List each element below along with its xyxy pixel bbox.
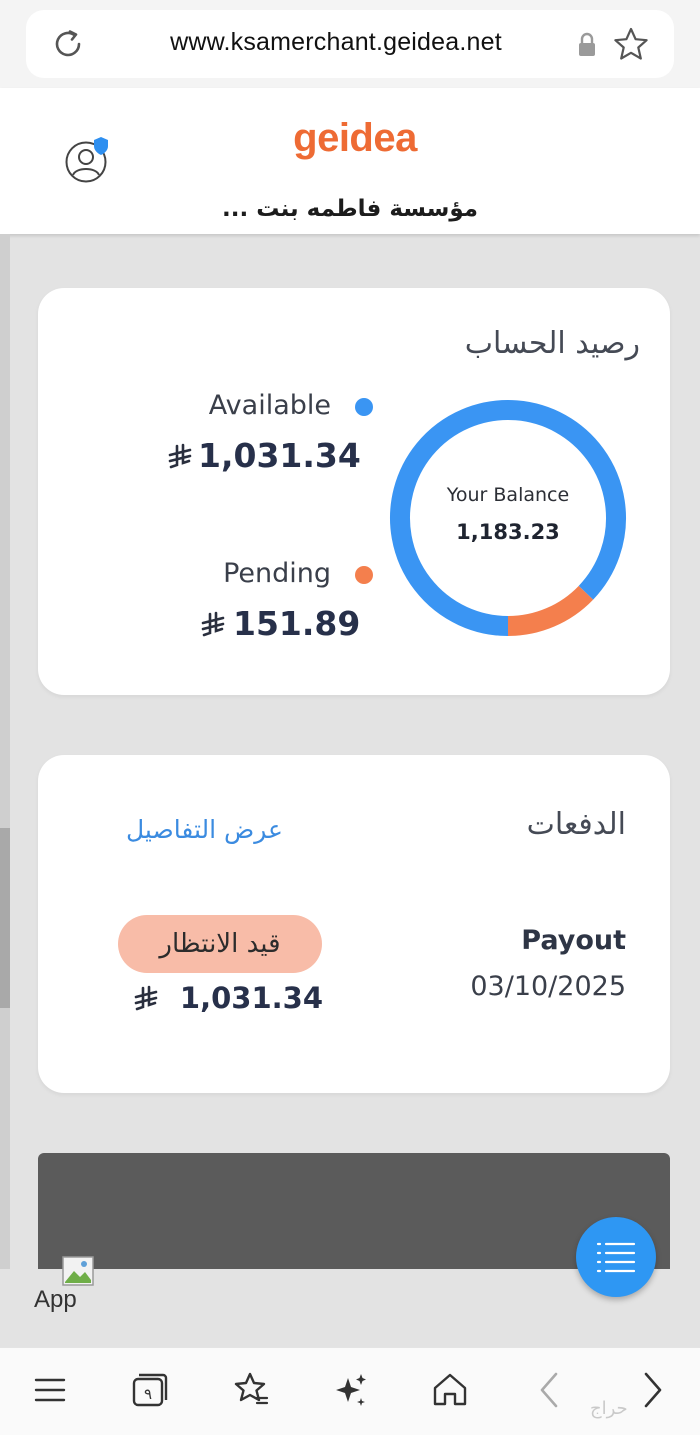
tabs-count: ٩ (144, 1385, 152, 1403)
donut-center-value: 1,183.23 (456, 520, 560, 544)
lock-icon (579, 32, 595, 56)
back-icon[interactable] (530, 1370, 570, 1410)
payout-amount: 1,031.34 (179, 981, 323, 1015)
browser-bottom-nav: ٩ (0, 1347, 700, 1435)
app-header: geidea مؤسسة فاطمه بنت ... (0, 88, 700, 234)
user-avatar-icon[interactable] (64, 136, 112, 184)
reload-icon[interactable] (50, 26, 86, 62)
home-icon[interactable] (430, 1370, 470, 1410)
geidea-logo: geidea (293, 116, 417, 160)
pending-amount: 151.89 (233, 604, 361, 643)
star-icon[interactable] (612, 26, 650, 62)
merchant-name: مؤسسة فاطمه بنت ... (222, 196, 478, 222)
side-scrollbar-thumb[interactable] (0, 828, 10, 1008)
broken-image-alt-text: App (34, 1286, 77, 1312)
broken-image-icon (62, 1256, 94, 1286)
pending-legend-dot (355, 566, 373, 584)
bookmarks-icon[interactable] (230, 1370, 270, 1410)
url-text[interactable]: www.ksamerchant.geidea.net (116, 28, 556, 57)
watermark: حراج (590, 1398, 628, 1419)
side-scrollbar-track (0, 234, 10, 1269)
available-amount: 1,031.34 (198, 436, 361, 475)
status-badge: قيد الانتظار (118, 915, 322, 973)
payouts-card-title: الدفعات (526, 807, 626, 842)
payout-label: Payout (521, 925, 626, 956)
list-icon (596, 1242, 636, 1273)
pending-label: Pending (223, 558, 331, 589)
ai-sparkle-icon[interactable] (330, 1370, 370, 1410)
account-balance-card: رصيد الحساب Available 1,031.34 Pending 1… (38, 288, 670, 695)
balance-donut-chart (390, 400, 626, 636)
payouts-card: الدفعات عرض التفاصيل قيد الانتظار 1,031.… (38, 755, 670, 1093)
menu-icon[interactable] (30, 1370, 70, 1410)
broken-app-image: App (34, 1256, 98, 1312)
donut-center-label: Your Balance (446, 484, 570, 506)
riyal-icon (134, 985, 158, 1011)
riyal-icon (168, 443, 192, 469)
riyal-icon (201, 611, 225, 637)
available-legend-dot (355, 398, 373, 416)
menu-fab-button[interactable] (576, 1217, 656, 1297)
available-label: Available (208, 390, 331, 421)
browser-toolbar: www.ksamerchant.geidea.net (0, 0, 700, 88)
view-details-link[interactable]: عرض التفاصيل (126, 815, 283, 844)
forward-icon[interactable] (632, 1370, 672, 1410)
tabs-icon[interactable]: ٩ (130, 1370, 170, 1410)
payout-date: 03/10/2025 (470, 971, 626, 1002)
balance-card-title: رصيد الحساب (464, 326, 640, 361)
donut-slice-pending (507, 585, 594, 636)
address-bar[interactable]: www.ksamerchant.geidea.net (26, 10, 674, 78)
